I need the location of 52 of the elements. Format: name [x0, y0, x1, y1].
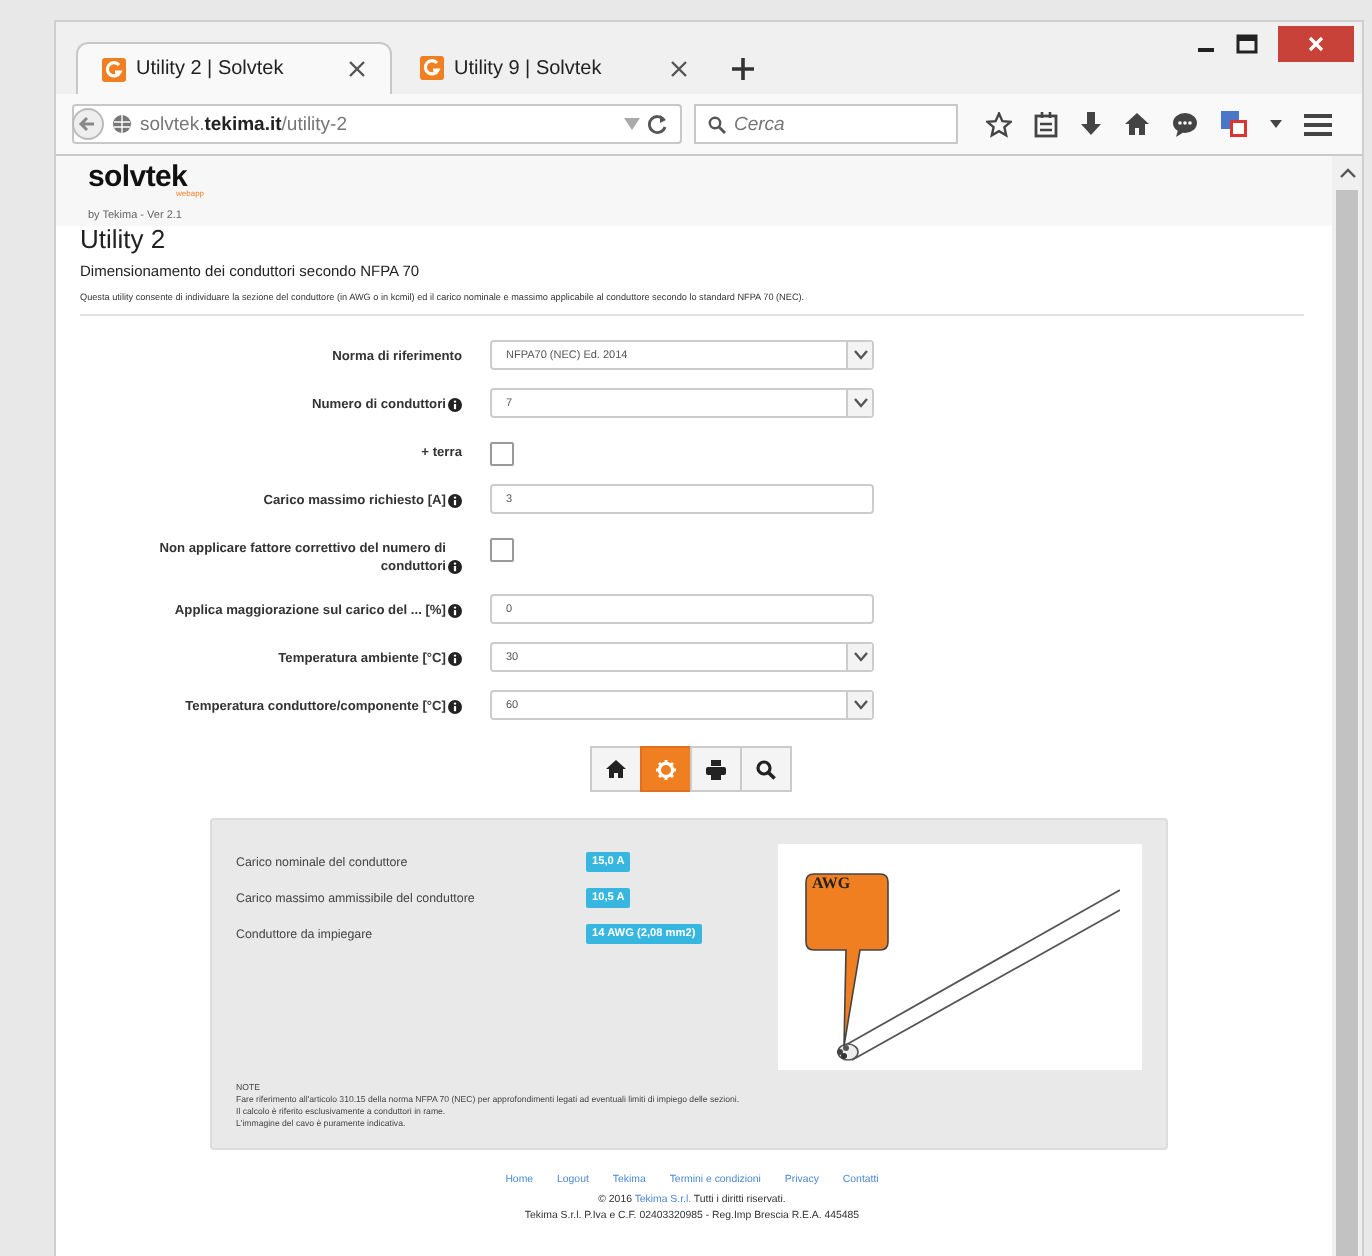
- scroll-up-icon[interactable]: [1339, 168, 1355, 178]
- checkbox[interactable]: [490, 538, 514, 562]
- menu-icon[interactable]: [1304, 113, 1332, 135]
- chevron-down-icon: [853, 350, 867, 360]
- favicon-icon: [420, 56, 444, 80]
- printer-icon: [706, 759, 726, 779]
- callout-label: AWG: [812, 874, 851, 892]
- chevron-down-icon: [853, 398, 867, 408]
- info-icon[interactable]: [448, 398, 462, 412]
- page-title: Utility 2: [80, 226, 168, 254]
- back-icon[interactable]: [72, 108, 104, 140]
- close-icon[interactable]: [348, 60, 366, 78]
- info-icon[interactable]: [448, 652, 462, 666]
- search-placeholder: Cerca: [734, 113, 785, 135]
- extension-icon[interactable]: [1220, 110, 1248, 138]
- checkbox[interactable]: [490, 442, 514, 466]
- maximize-icon[interactable]: [1236, 34, 1258, 54]
- address-bar[interactable]: solvtek.tekima.it/utility-2: [72, 104, 682, 144]
- chevron-down-icon: [853, 652, 867, 662]
- new-tab-icon[interactable]: [732, 57, 754, 79]
- chevron-down-icon: [853, 700, 867, 710]
- scrollbar-thumb[interactable]: [1336, 190, 1358, 1256]
- close-icon[interactable]: [670, 59, 688, 77]
- browser-tab[interactable]: Utility 2 | Solvtek: [76, 42, 392, 94]
- chat-icon[interactable]: [1172, 111, 1198, 137]
- search-icon: [708, 115, 726, 133]
- gear-icon: [656, 759, 676, 779]
- info-icon[interactable]: [448, 494, 462, 508]
- star-icon[interactable]: [986, 111, 1012, 137]
- toolbar-button[interactable]: [590, 746, 642, 792]
- globe-icon: [112, 114, 132, 134]
- info-icon[interactable]: [448, 560, 462, 574]
- favicon-icon: [102, 57, 126, 81]
- browser-tab[interactable]: Utility 9 | Solvtek: [396, 42, 712, 94]
- tab-title: Utility 2 | Solvtek: [136, 58, 286, 80]
- info-icon[interactable]: [448, 700, 462, 714]
- tab-title: Utility 9 | Solvtek: [454, 57, 604, 79]
- toolbar-button[interactable]: [690, 746, 742, 792]
- url-text: solvtek.tekima.it/utility-2: [140, 113, 349, 135]
- download-icon[interactable]: [1080, 111, 1102, 137]
- home-icon[interactable]: [1124, 112, 1150, 136]
- reading-list-icon[interactable]: [1034, 111, 1058, 137]
- search-field[interactable]: Cerca: [694, 104, 958, 144]
- close-button[interactable]: [1278, 26, 1354, 62]
- reload-icon[interactable]: [648, 114, 668, 134]
- toolbar-button[interactable]: [740, 746, 792, 792]
- info-icon[interactable]: [448, 604, 462, 618]
- logo[interactable]: solvtek: [88, 162, 188, 192]
- close-icon: [1308, 36, 1324, 52]
- search-icon: [756, 759, 776, 779]
- dropdown-icon[interactable]: [1270, 120, 1282, 128]
- home-icon: [606, 760, 626, 778]
